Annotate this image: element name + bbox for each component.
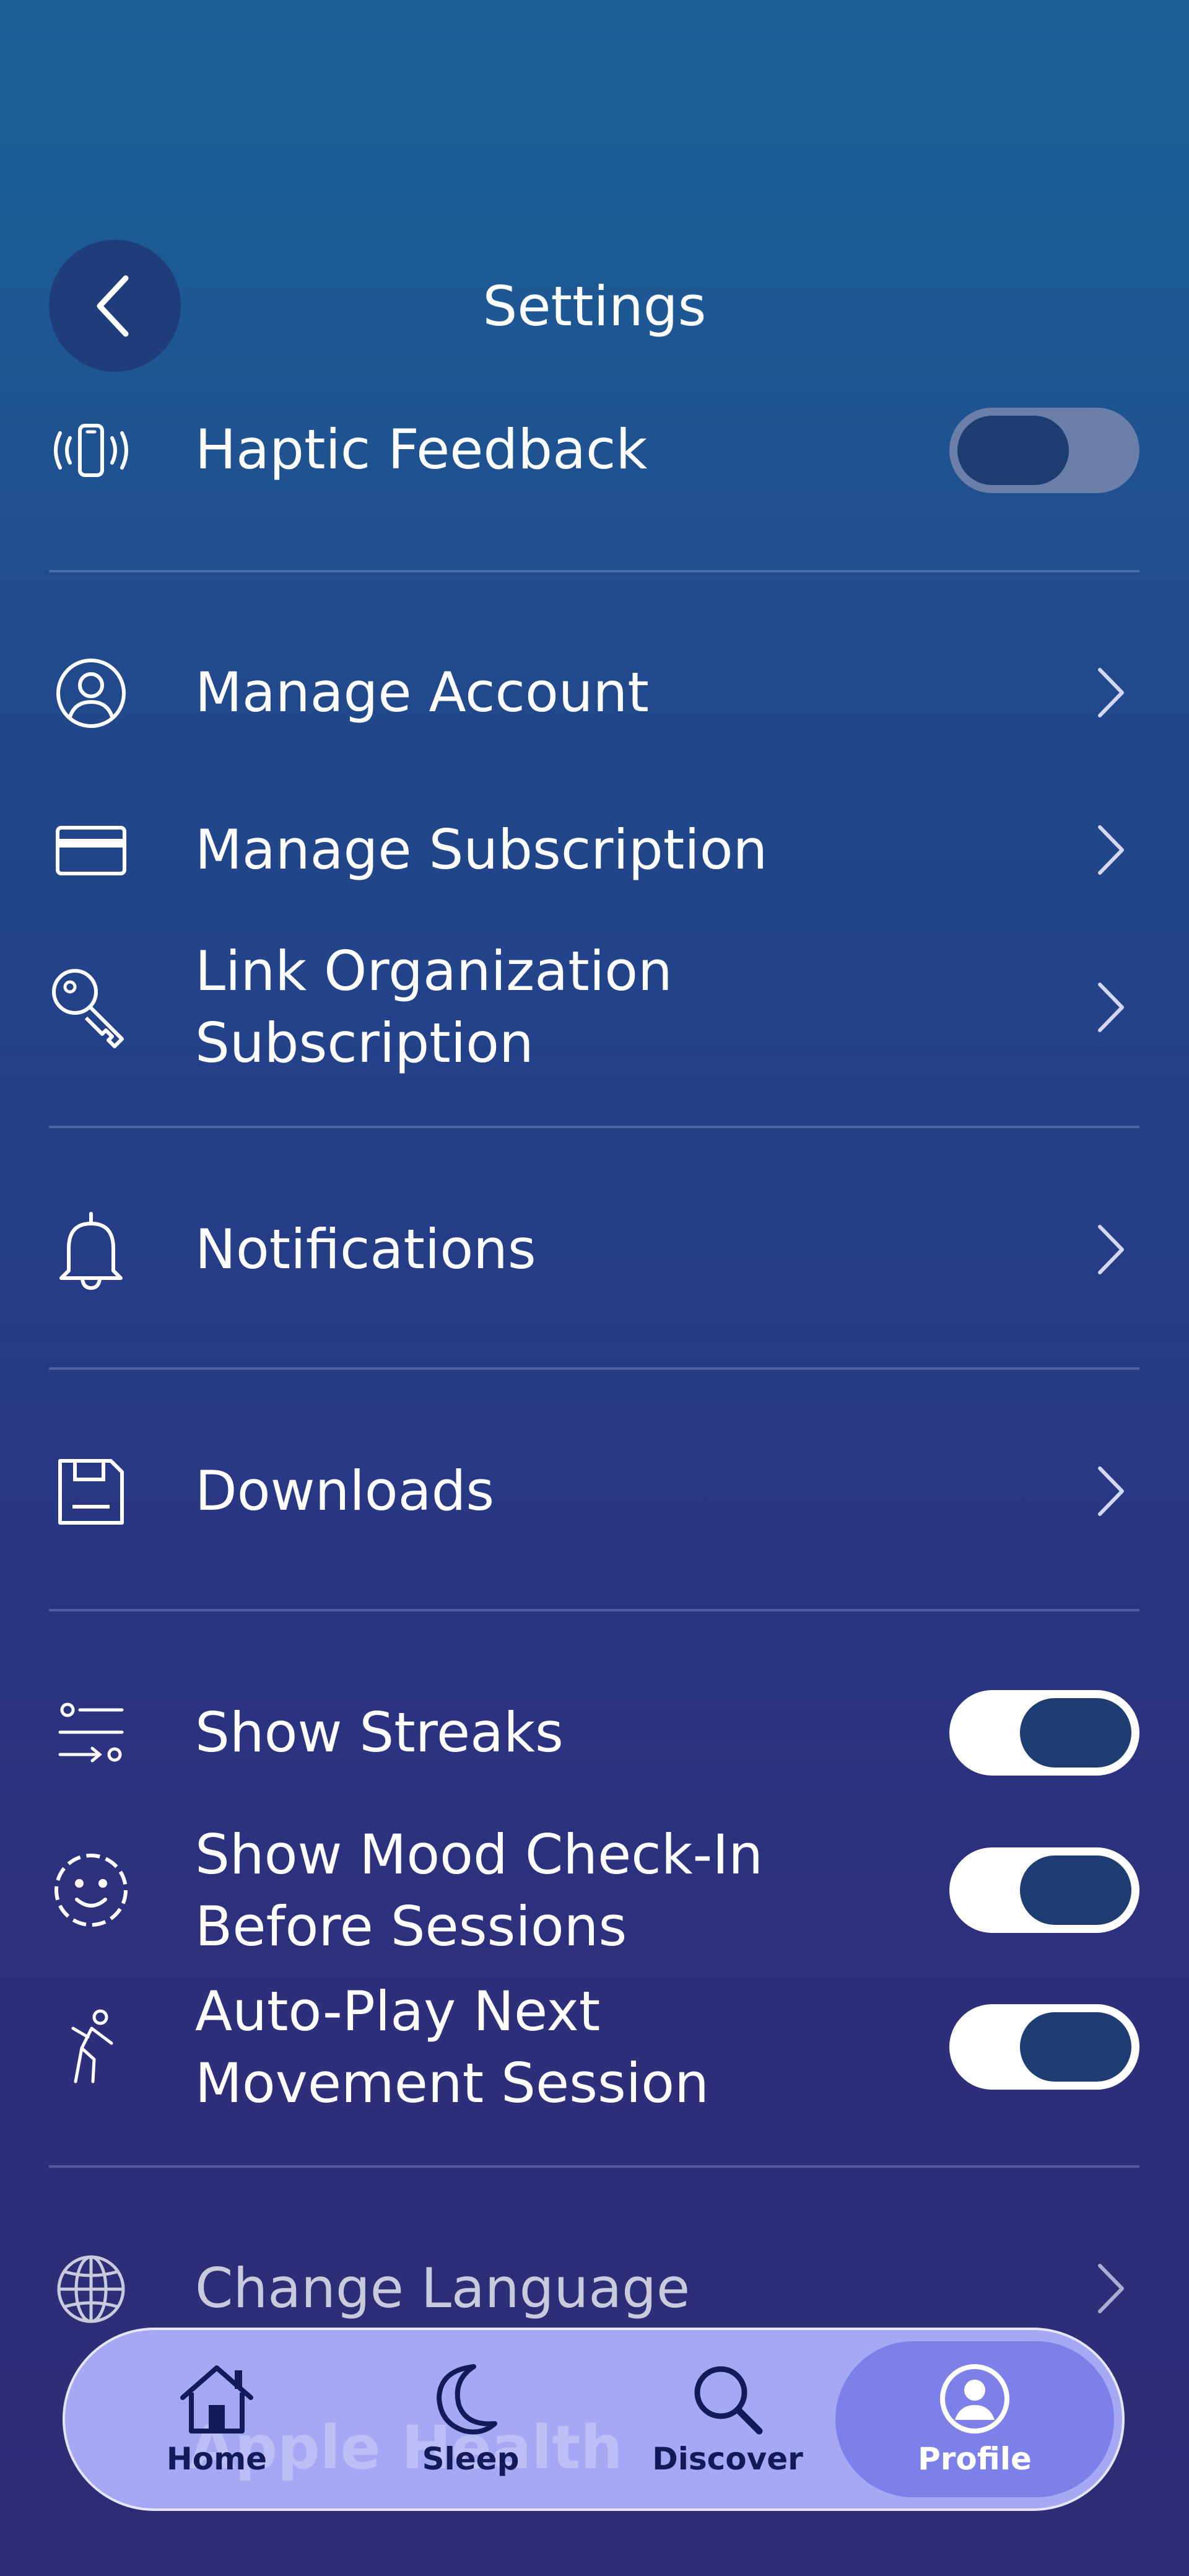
credit-card-icon [46, 805, 136, 895]
divider [49, 2165, 1139, 2168]
autoplay-label: Auto-Play Next [195, 1979, 601, 2043]
movement-figure-icon [46, 2002, 136, 2092]
divider [49, 570, 1139, 572]
vibration-icon [46, 405, 136, 495]
tab-profile-label: Profile [918, 2441, 1032, 2477]
show-streaks-label: Show Streaks [195, 1701, 564, 1764]
link-organization-label-line2[interactable]: Subscription [195, 1007, 534, 1079]
divider [49, 1367, 1139, 1370]
downloads-label[interactable]: Downloads [195, 1455, 494, 1527]
chevron-right-icon[interactable] [1085, 816, 1135, 884]
save-disk-icon [46, 1447, 136, 1536]
mood-checkin-label-line2: Before Sessions [195, 1895, 627, 1958]
notifications-label[interactable]: Notifications [195, 1214, 536, 1286]
chevron-right-icon[interactable] [1085, 2254, 1135, 2323]
tab-home[interactable]: Home [146, 2330, 288, 2508]
tab-profile[interactable]: Profile [835, 2341, 1114, 2497]
mood-face-icon [46, 1845, 136, 1935]
profile-icon [940, 2364, 1009, 2434]
haptic-feedback-label: Haptic Feedback [195, 418, 648, 481]
bell-icon [46, 1205, 136, 1295]
change-language-label[interactable]: Change Language [195, 2253, 690, 2324]
tab-sleep-label: Sleep [422, 2441, 520, 2477]
tab-discover[interactable]: Discover [647, 2330, 808, 2508]
moon-icon [437, 2364, 497, 2435]
globe-icon [46, 2244, 136, 2334]
manage-subscription-label[interactable]: Manage Subscription [195, 814, 767, 886]
chevron-right-icon[interactable] [1085, 1216, 1135, 1284]
chevron-right-icon[interactable] [1085, 1457, 1135, 1525]
chevron-right-icon[interactable] [1085, 973, 1135, 1041]
manage-account-label[interactable]: Manage Account [195, 657, 649, 729]
tab-sleep[interactable]: Sleep [399, 2330, 542, 2508]
sliders-icon [46, 1688, 136, 1778]
page-title: Settings [482, 274, 707, 338]
chevron-right-icon[interactable] [1085, 659, 1135, 727]
account-icon [46, 648, 136, 738]
key-icon [46, 963, 136, 1053]
autoplay-toggle[interactable] [949, 2004, 1139, 2090]
search-icon [694, 2366, 763, 2435]
mood-checkin-label: Show Mood Check-In [195, 1823, 764, 1886]
autoplay-label-line2: Movement Session [195, 2051, 709, 2115]
tab-discover-label: Discover [652, 2441, 803, 2477]
mood-checkin-toggle[interactable] [949, 1847, 1139, 1933]
bottom-tab-bar: Apple Health Home Sleep Discover Profile [63, 2328, 1125, 2511]
haptic-feedback-toggle[interactable] [949, 408, 1139, 493]
divider [49, 1609, 1139, 1611]
divider [49, 1126, 1139, 1128]
show-streaks-toggle[interactable] [949, 1690, 1139, 1776]
tab-home-label: Home [166, 2441, 268, 2477]
link-organization-label[interactable]: Link Organization [195, 935, 673, 1007]
home-icon [180, 2365, 253, 2434]
